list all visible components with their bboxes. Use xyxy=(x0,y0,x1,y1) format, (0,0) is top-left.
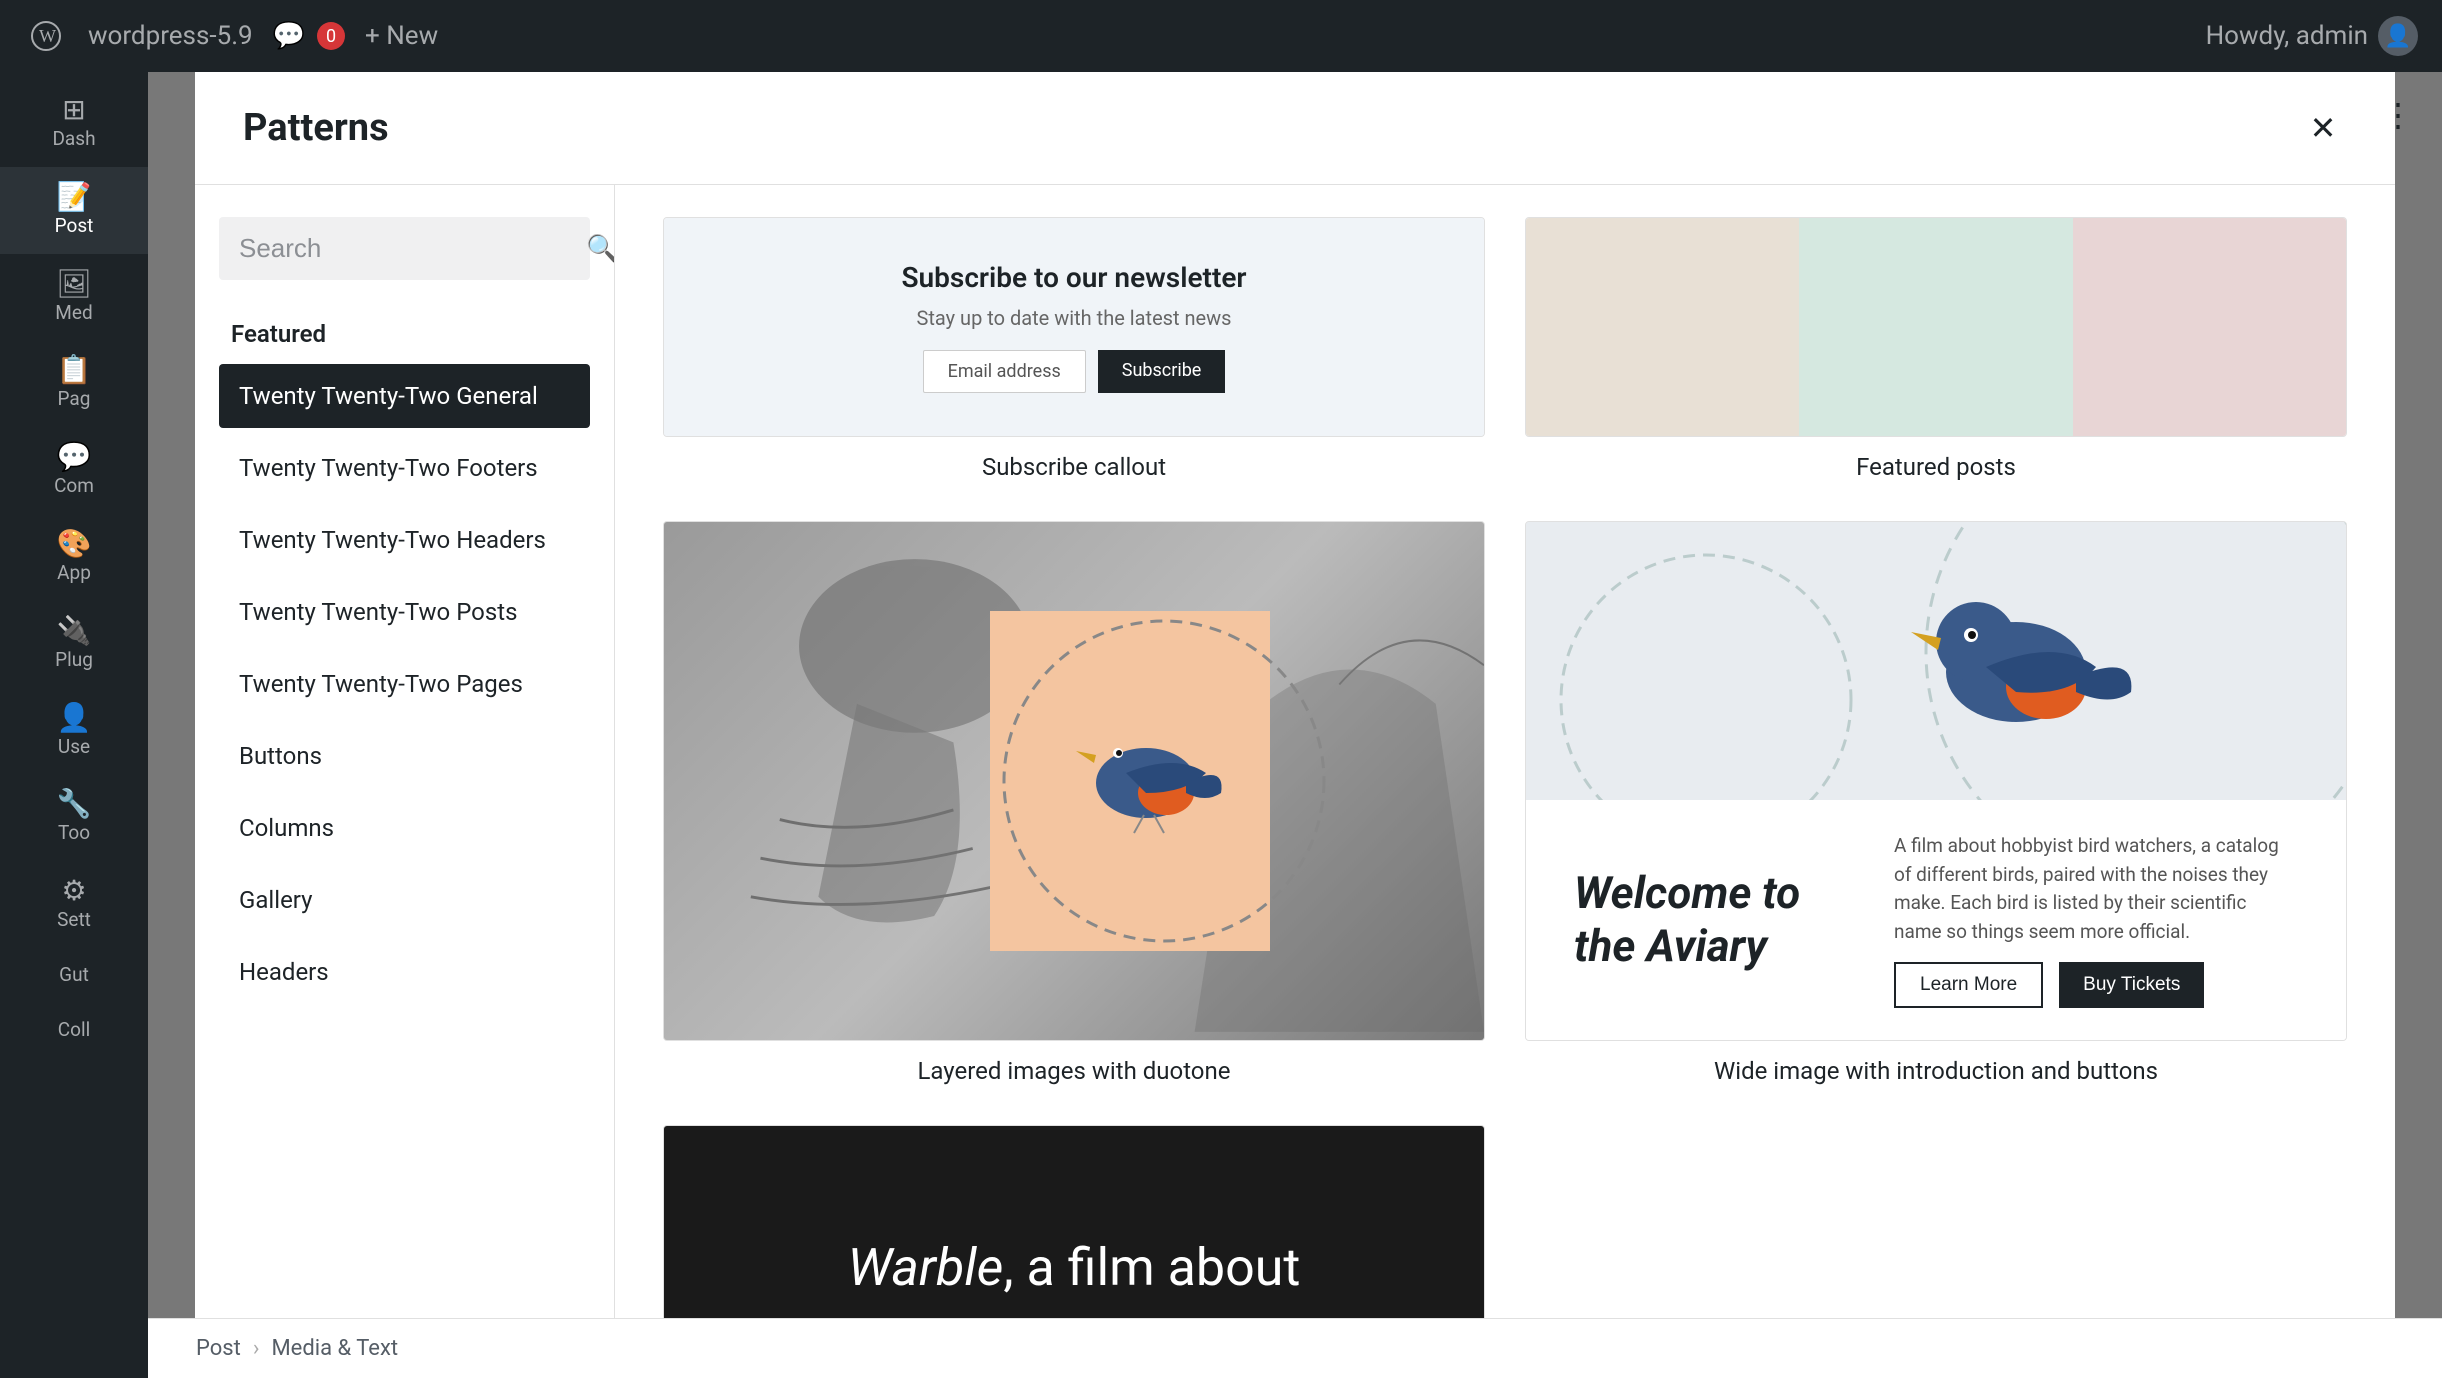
sidebar-item-settings[interactable]: ⚙ Sett xyxy=(0,861,148,948)
sidebar-item-media[interactable]: 🖼 Med xyxy=(0,254,148,341)
sidebar-label-comments: Com xyxy=(54,475,94,498)
sidebar-item-pages[interactable]: 📋 Pag xyxy=(0,340,148,427)
modal-title: Patterns xyxy=(243,106,389,150)
pattern-label-subscribe: Subscribe callout xyxy=(663,453,1485,481)
posts-icon: 📝 xyxy=(57,183,92,211)
wide-text-buttons: A film about hobbyist bird watchers, a c… xyxy=(1894,832,2298,1008)
comments-icon: 💬 xyxy=(57,443,92,471)
sidebar-label-media: Med xyxy=(55,302,92,325)
site-name[interactable]: wordpress-5.9 xyxy=(88,21,253,51)
sidebar-label-pages: Pag xyxy=(58,388,91,411)
plugins-icon: 🔌 xyxy=(57,617,92,645)
sidebar-item-comments[interactable]: 💬 Com xyxy=(0,427,148,514)
sidebar-label-tools: Too xyxy=(58,822,90,845)
appearance-icon: 🎨 xyxy=(57,530,92,558)
wide-description: A film about hobbyist bird watchers, a c… xyxy=(1894,832,2298,946)
pattern-preview-layered[interactable] xyxy=(663,521,1485,1041)
patterns-modal: Patterns ✕ 🔍 Featured Twenty Twenty-Two … xyxy=(195,72,2395,1378)
wp-sidebar: ⊞ Dash 📝 Post 🖼 Med 📋 Pag 💬 Com 🎨 App 🔌 … xyxy=(0,72,148,1378)
sidebar-label-plugins: Plug xyxy=(55,649,93,672)
nav-item-columns[interactable]: Columns xyxy=(219,796,590,860)
wide-buttons: Learn More Buy Tickets xyxy=(1894,962,2298,1008)
avatar: 👤 xyxy=(2378,16,2418,56)
settings-icon: ⚙ xyxy=(61,877,86,905)
nav-item-gallery[interactable]: Gallery xyxy=(219,868,590,932)
modal-header: Patterns ✕ xyxy=(195,72,2395,185)
nav-item-headers[interactable]: Twenty Twenty-Two Headers xyxy=(219,508,590,572)
pages-icon: 📋 xyxy=(57,356,92,384)
wp-logo[interactable]: W xyxy=(24,14,68,58)
breadcrumb-section: Media & Text xyxy=(271,1336,398,1361)
sidebar-item-posts[interactable]: 📝 Post xyxy=(0,167,148,254)
notif-badge: 0 xyxy=(317,22,345,50)
pattern-label-featured-posts: Featured posts xyxy=(1525,453,2347,481)
pattern-item-subscribe: Subscribe to our newsletter Stay up to d… xyxy=(663,217,1485,481)
sidebar-item-tools[interactable]: 🔧 Too xyxy=(0,774,148,861)
wide-top-area xyxy=(1526,522,2346,800)
pattern-label-wide: Wide image with introduction and buttons xyxy=(1525,1057,2347,1085)
breadcrumb-separator: › xyxy=(253,1336,260,1361)
sidebar-item-users[interactable]: 👤 Use xyxy=(0,688,148,775)
search-icon: 🔍 xyxy=(586,234,615,264)
modal-dots-menu[interactable]: ⋮ xyxy=(2382,96,2414,134)
nav-item-footers[interactable]: Twenty Twenty-Two Footers xyxy=(219,436,590,500)
pattern-preview-subscribe[interactable]: Subscribe to our newsletter Stay up to d… xyxy=(663,217,1485,437)
nav-item-buttons[interactable]: Buttons xyxy=(219,724,590,788)
pattern-item-wide: Welcome to the Aviary A film about hobby… xyxy=(1525,521,2347,1085)
breadcrumb-post: Post xyxy=(196,1336,241,1361)
sidebar-item-collapse[interactable]: Coll xyxy=(0,1003,148,1058)
pattern-item-layered: Layered images with duotone xyxy=(663,521,1485,1085)
search-input[interactable] xyxy=(239,233,574,264)
bottom-bar: Post › Media & Text xyxy=(148,1318,2442,1378)
patterns-grid: Subscribe to our newsletter Stay up to d… xyxy=(663,217,2347,1378)
sidebar-label-dashboard: Dash xyxy=(52,128,95,151)
featured-section-title: Featured xyxy=(219,312,590,356)
pattern-item-featured-posts: Featured posts xyxy=(1525,217,2347,481)
sidebar-item-plugins[interactable]: 🔌 Plug xyxy=(0,601,148,688)
howdy-label: Howdy, admin 👤 xyxy=(2206,16,2418,56)
sidebar-item-appearance[interactable]: 🎨 App xyxy=(0,514,148,601)
comments-icon-bar[interactable]: 💬 0 xyxy=(273,21,345,51)
tools-icon: 🔧 xyxy=(57,790,92,818)
patterns-sidebar: 🔍 Featured Twenty Twenty-Two General Twe… xyxy=(195,185,615,1378)
warble-comma: , a film about xyxy=(1003,1237,1300,1298)
pattern-preview-wide[interactable]: Welcome to the Aviary A film about hobby… xyxy=(1525,521,2347,1041)
sidebar-label-users: Use xyxy=(58,736,90,759)
modal-overlay: Patterns ✕ 🔍 Featured Twenty Twenty-Two … xyxy=(148,72,2442,1378)
sidebar-label-settings: Sett xyxy=(57,909,91,932)
wide-pattern-title: Welcome to the Aviary xyxy=(1574,867,1854,973)
admin-bar: W wordpress-5.9 💬 0 + New Howdy, admin 👤 xyxy=(0,0,2442,72)
sidebar-item-gutenberg[interactable]: Gut xyxy=(0,948,148,1003)
pattern-preview-featured-posts[interactable] xyxy=(1525,217,2347,437)
search-box[interactable]: 🔍 xyxy=(219,217,590,280)
patterns-content: Subscribe to our newsletter Stay up to d… xyxy=(615,185,2395,1378)
sidebar-label-gutenberg: Gut xyxy=(59,964,89,987)
nav-item-general[interactable]: Twenty Twenty-Two General xyxy=(219,364,590,428)
sidebar-label-posts: Post xyxy=(55,215,94,238)
dashboard-icon: ⊞ xyxy=(62,96,85,124)
wide-bottom-area: Welcome to the Aviary A film about hobby… xyxy=(1526,800,2346,1040)
buy-tickets-button[interactable]: Buy Tickets xyxy=(2059,962,2204,1008)
learn-more-button[interactable]: Learn More xyxy=(1894,962,2043,1008)
media-icon: 🖼 xyxy=(56,270,92,298)
new-button[interactable]: + New xyxy=(365,21,438,51)
svg-text:W: W xyxy=(39,26,56,46)
modal-close-button[interactable]: ✕ xyxy=(2299,104,2347,152)
sidebar-item-dashboard[interactable]: ⊞ Dash xyxy=(0,80,148,167)
modal-body: 🔍 Featured Twenty Twenty-Two General Twe… xyxy=(195,185,2395,1378)
nav-item-posts[interactable]: Twenty Twenty-Two Posts xyxy=(219,580,590,644)
nav-item-pages[interactable]: Twenty Twenty-Two Pages xyxy=(219,652,590,716)
sidebar-label-collapse: Coll xyxy=(58,1019,90,1042)
sidebar-label-appearance: App xyxy=(57,562,91,585)
users-icon: 👤 xyxy=(57,704,92,732)
pattern-label-layered: Layered images with duotone xyxy=(663,1057,1485,1085)
warble-italic: Warble xyxy=(848,1237,1004,1298)
nav-item-headers2[interactable]: Headers xyxy=(219,940,590,1004)
